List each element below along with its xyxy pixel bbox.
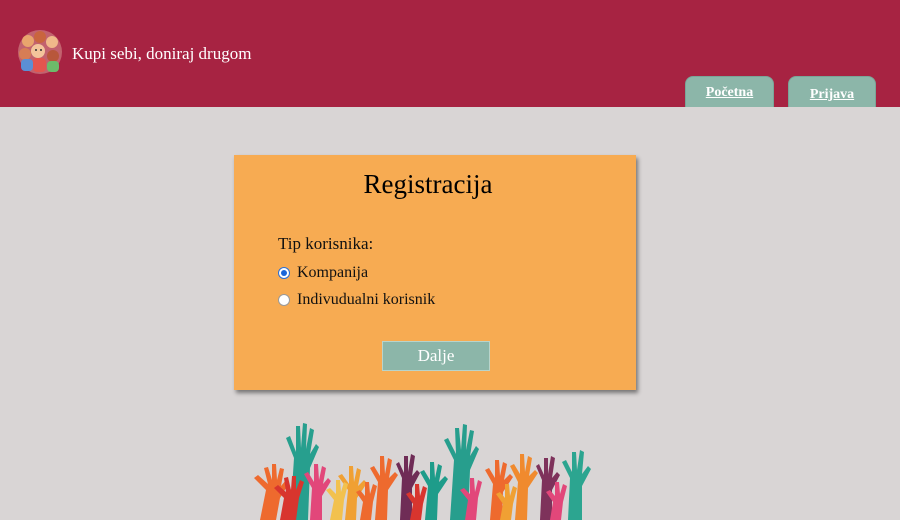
tab-login[interactable]: Prijava	[788, 76, 876, 107]
user-type-label: Tip korisnika:	[278, 234, 374, 253]
site-title: Kupi sebi, doniraj drugom	[72, 44, 252, 63]
raised-hands-illustration	[254, 423, 591, 520]
header-bar: Kupi sebi, doniraj drugom Početna Prijav…	[0, 0, 900, 107]
page-title: Registracija	[363, 169, 493, 199]
radio-company-label: Kompanija	[297, 264, 369, 281]
radio-option-individual[interactable]: Indivudualni korisnik	[278, 291, 435, 309]
tab-home[interactable]: Početna	[685, 76, 774, 107]
next-button[interactable]: Dalje	[382, 341, 490, 371]
radio-individual-label: Indivudualni korisnik	[297, 291, 436, 308]
registration-card: Registracija Tip korisnika: Kompanija In…	[234, 155, 636, 390]
children-group-logo-icon[interactable]	[16, 27, 64, 77]
radio-option-company[interactable]: Kompanija	[278, 264, 368, 282]
radio-company[interactable]	[278, 267, 290, 279]
radio-individual[interactable]	[278, 294, 290, 306]
